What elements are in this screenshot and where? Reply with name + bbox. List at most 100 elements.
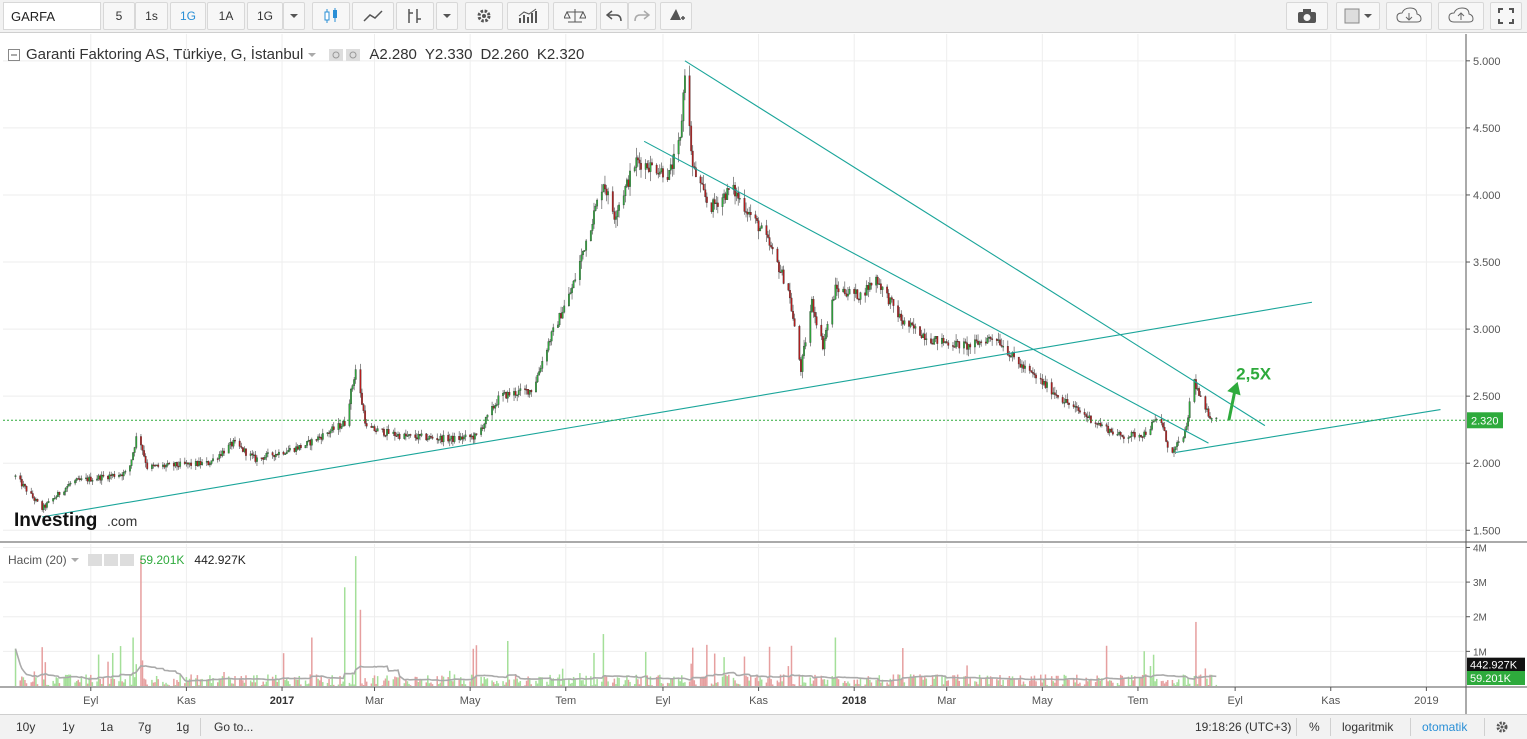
interval-1g-alt-button[interactable]: 1G xyxy=(247,2,283,30)
candle-body xyxy=(472,435,475,440)
price-chart[interactable]: 5.000 4.500 4.000 3.500 3.000 2.500 2.000 1.500… xyxy=(0,34,1527,714)
go-to-button[interactable]: Go to... xyxy=(214,720,253,734)
volume-bar xyxy=(417,681,420,686)
candle-body xyxy=(781,269,783,273)
undo-button[interactable] xyxy=(600,2,628,30)
volume-bar xyxy=(275,674,277,686)
candle-body xyxy=(100,474,103,481)
auto-scale-button[interactable]: otomatik xyxy=(1422,720,1467,734)
interval-1g-button[interactable]: 1G xyxy=(170,2,206,30)
candle-body xyxy=(1182,437,1185,442)
indicators-button[interactable] xyxy=(396,2,434,30)
candle-body xyxy=(611,191,614,212)
candle-body xyxy=(690,125,693,152)
candle-body xyxy=(947,342,950,346)
settings-button[interactable] xyxy=(465,2,503,30)
candle-body xyxy=(284,453,287,455)
volume-bar xyxy=(1054,682,1056,686)
candle-body xyxy=(295,446,298,452)
volume-bar xyxy=(122,682,125,686)
candle-body xyxy=(1119,432,1122,436)
candle-body xyxy=(461,436,464,440)
add-alert-button[interactable] xyxy=(660,2,692,30)
legend-title[interactable]: Garanti Faktoring AS, Türkiye, G, İstanb… xyxy=(26,46,303,63)
candle-body xyxy=(419,434,421,436)
volume-tick-label: 3M xyxy=(1473,578,1487,589)
candle-body xyxy=(845,293,848,297)
volume-settings-icon[interactable] xyxy=(87,553,136,567)
volume-legend-label[interactable]: Hacim (20) xyxy=(8,553,67,567)
candle-body xyxy=(583,250,586,252)
volume-bar xyxy=(121,681,123,686)
volume-bar xyxy=(604,676,606,686)
volume-bar xyxy=(572,676,575,686)
interval-1s-button[interactable]: 1s xyxy=(135,2,168,30)
volume-bar xyxy=(710,683,713,686)
candle-body xyxy=(856,289,859,300)
volume-bar xyxy=(124,679,127,686)
volume-bar xyxy=(469,681,471,686)
candle-body xyxy=(853,289,856,294)
candle-body xyxy=(1129,436,1132,438)
volume-bar xyxy=(262,681,264,686)
range-1g-button[interactable]: 1g xyxy=(176,720,189,734)
top-toolbar: GARFA 5 1s 1G 1A 1G xyxy=(0,0,1527,33)
log-scale-button[interactable]: logaritmik xyxy=(1342,720,1393,734)
compare-button[interactable] xyxy=(352,2,394,30)
collapse-icon[interactable] xyxy=(8,48,20,61)
fullscreen-button[interactable] xyxy=(1490,2,1522,30)
candle-body xyxy=(770,245,773,248)
candle-body xyxy=(480,427,483,435)
volume-bar xyxy=(612,682,614,686)
candle-body xyxy=(216,458,219,460)
screenshot-button[interactable] xyxy=(1286,2,1328,30)
time-tick-label: Kas xyxy=(177,695,196,707)
volume-bar xyxy=(999,675,1001,686)
candle-body xyxy=(299,445,302,449)
volume-bar xyxy=(365,681,368,686)
volume-bar xyxy=(353,684,355,686)
volume-bar xyxy=(99,679,101,686)
volume-bar xyxy=(706,644,708,686)
chart-area[interactable]: 5.000 4.500 4.000 3.500 3.000 2.500 2.000 1.500… xyxy=(0,34,1527,714)
interval-1a-button[interactable]: 1A xyxy=(207,2,245,30)
range-10y-button[interactable]: 10y xyxy=(16,720,35,734)
candle-body xyxy=(47,501,50,503)
symbol-search-input[interactable]: GARFA xyxy=(3,2,101,30)
redo-button[interactable] xyxy=(628,2,656,30)
candle-body xyxy=(1199,395,1202,397)
volume-bar xyxy=(47,684,50,686)
candle-body xyxy=(613,211,616,220)
balance-button[interactable] xyxy=(553,2,597,30)
volume-bar xyxy=(528,678,531,686)
candle-body xyxy=(277,451,280,455)
chevron-down-icon[interactable] xyxy=(307,52,317,58)
volume-bar xyxy=(195,678,197,686)
volume-chart-button[interactable] xyxy=(507,2,549,30)
percent-scale-button[interactable]: % xyxy=(1309,720,1320,734)
volume-bar xyxy=(58,683,61,686)
gear-icon[interactable] xyxy=(1495,720,1509,734)
candle-body xyxy=(803,345,805,356)
volume-bar xyxy=(141,660,144,686)
candle-body xyxy=(310,439,313,446)
range-1a-button[interactable]: 1a xyxy=(100,720,113,734)
legend-settings-icon[interactable] xyxy=(329,48,361,62)
layout-button[interactable] xyxy=(1336,2,1380,30)
interval-dropdown-button[interactable] xyxy=(283,2,305,30)
candle-body xyxy=(260,457,263,459)
chevron-down-icon[interactable] xyxy=(70,557,80,563)
range-7g-button[interactable]: 7g xyxy=(138,720,151,734)
cloud-load-button[interactable] xyxy=(1386,2,1432,30)
candle-body xyxy=(86,477,89,482)
candle-body xyxy=(331,426,334,432)
interval-5-button[interactable]: 5 xyxy=(103,2,135,30)
range-1y-button[interactable]: 1y xyxy=(62,720,75,734)
volume-bar xyxy=(715,682,718,686)
indicators-dropdown-button[interactable] xyxy=(436,2,458,30)
cloud-save-button[interactable] xyxy=(1438,2,1484,30)
candle-body xyxy=(25,486,28,492)
candles-style-button[interactable] xyxy=(312,2,350,30)
candle-body xyxy=(1105,424,1108,427)
candle-body xyxy=(370,426,373,428)
